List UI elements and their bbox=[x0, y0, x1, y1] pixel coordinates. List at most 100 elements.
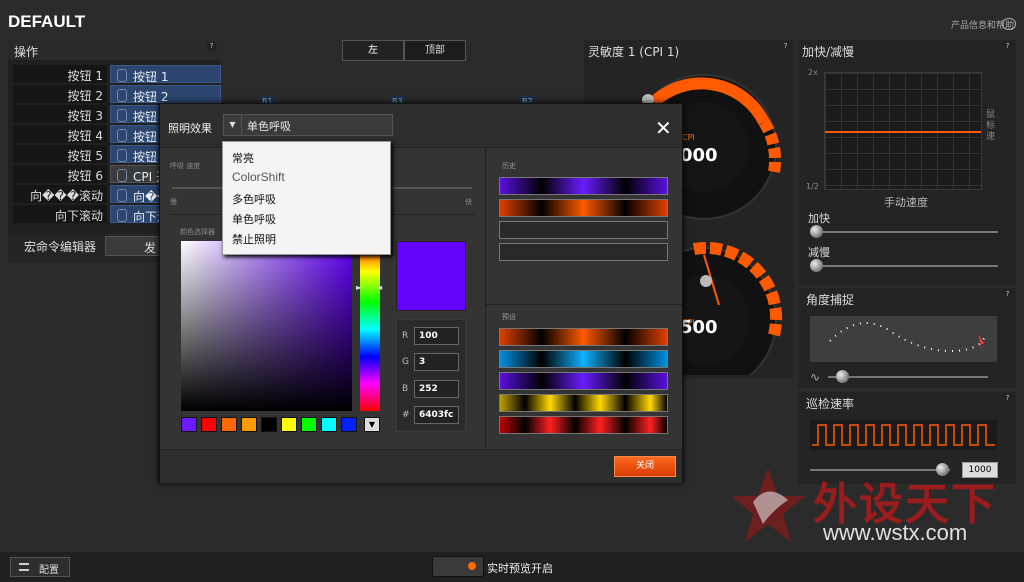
red-label: R bbox=[402, 331, 409, 341]
fast-label: 快 bbox=[465, 198, 472, 206]
tab-top-view[interactable]: 顶部 bbox=[404, 40, 466, 61]
dropdown-option[interactable]: 禁止照明 bbox=[232, 231, 276, 247]
dialog-footer bbox=[160, 449, 682, 483]
help-icon[interactable]: ? bbox=[1003, 290, 1012, 299]
op-label: 按钮 6 bbox=[13, 165, 107, 183]
history-bar[interactable] bbox=[499, 221, 668, 239]
selected-color-preview bbox=[396, 241, 466, 311]
preset-bar[interactable] bbox=[499, 394, 668, 412]
accel-graph bbox=[824, 72, 982, 190]
help-icon[interactable] bbox=[1002, 18, 1016, 30]
accel-speedup-slider[interactable] bbox=[812, 231, 998, 233]
op-row: 按钮 1 按钮 1 bbox=[13, 65, 221, 83]
op-label: 按钮 5 bbox=[13, 145, 107, 163]
op-label: 向���滚动 bbox=[13, 185, 107, 203]
slider-knob[interactable] bbox=[836, 370, 849, 383]
slider-knob[interactable] bbox=[810, 225, 823, 238]
operations-title: 操作 bbox=[8, 40, 220, 60]
preset-bar[interactable] bbox=[499, 372, 668, 390]
help-icon[interactable]: ? bbox=[207, 42, 216, 51]
acceleration-panel: 加快/减慢 ? 2x 1/2 鼠标速 手动速度 加快 减慢 bbox=[798, 40, 1016, 285]
op-binding-button[interactable]: 按钮 2 bbox=[110, 85, 221, 103]
blue-input[interactable]: 252 bbox=[414, 380, 459, 398]
lighting-effect-select[interactable]: ▼ 单色呼吸 bbox=[223, 114, 393, 136]
lighting-effect-label: 照明效果 bbox=[168, 122, 212, 135]
polling-title: 巡检速率 bbox=[806, 397, 855, 411]
angle-preview bbox=[810, 316, 997, 362]
lighting-effect-value: 单色呼吸 bbox=[247, 120, 291, 133]
polling-wave bbox=[810, 420, 997, 450]
op-label: 按钮 3 bbox=[13, 105, 107, 123]
slider-knob[interactable] bbox=[810, 259, 823, 272]
green-input[interactable]: 3 bbox=[414, 353, 459, 371]
dropdown-option[interactable]: 单色呼吸 bbox=[232, 211, 276, 227]
accel-x-label: 手动速度 bbox=[884, 196, 928, 209]
accel-speedup-label: 加快 bbox=[808, 212, 830, 225]
list-icon bbox=[19, 563, 29, 571]
dropdown-option[interactable]: 多色呼吸 bbox=[232, 191, 276, 207]
accel-slowdown-label: 减慢 bbox=[808, 246, 830, 259]
divider bbox=[485, 148, 486, 448]
green-label: G bbox=[402, 357, 409, 367]
color-swatch[interactable] bbox=[321, 417, 337, 432]
more-swatches-button[interactable]: ▼ bbox=[364, 417, 380, 432]
gauge-value: 000 bbox=[680, 145, 718, 166]
op-label: 按钮 1 bbox=[13, 65, 107, 83]
accel-y-top: 2x bbox=[808, 68, 818, 77]
history-bar[interactable] bbox=[499, 199, 668, 217]
color-swatch[interactable] bbox=[281, 417, 297, 432]
wave-icon: ∿ bbox=[810, 370, 821, 384]
sensitivity-title: 灵敏度 1 (CPI 1) bbox=[588, 45, 680, 59]
preset-bar[interactable] bbox=[499, 350, 668, 368]
config-button[interactable]: 配置 bbox=[10, 557, 70, 577]
live-preview-label: 实时预览开启 bbox=[487, 562, 553, 575]
help-icon[interactable]: ? bbox=[1003, 42, 1012, 51]
op-label: 按钮 2 bbox=[13, 85, 107, 103]
color-swatch[interactable] bbox=[301, 417, 317, 432]
angle-title: 角度捕捉 bbox=[806, 293, 855, 307]
hue-slider[interactable] bbox=[360, 241, 380, 411]
hue-marker[interactable]: ► bbox=[356, 283, 362, 292]
blue-label: B bbox=[402, 384, 409, 394]
gauge-unit-label: CPI bbox=[682, 133, 695, 142]
profile-title: DEFAULT bbox=[8, 12, 86, 31]
history-label: 历史 bbox=[502, 162, 516, 170]
color-swatch[interactable] bbox=[221, 417, 237, 432]
op-label: 向下滚动 bbox=[13, 205, 107, 223]
close-icon[interactable]: ✕ bbox=[655, 116, 672, 140]
hex-label: # bbox=[402, 410, 410, 420]
preset-label: 预设 bbox=[502, 313, 516, 321]
close-button[interactable]: 关闭 bbox=[614, 456, 676, 477]
lighting-effect-dropdown: 常亮 ColorShift 多色呼吸 单色呼吸 禁止照明 bbox=[222, 141, 391, 255]
color-swatch[interactable] bbox=[241, 417, 257, 432]
red-input[interactable]: 100 bbox=[414, 327, 459, 345]
history-bar[interactable] bbox=[499, 177, 668, 195]
dropdown-option[interactable]: ColorShift bbox=[232, 170, 285, 184]
history-bar[interactable] bbox=[499, 243, 668, 261]
chevron-down-icon: ▼ bbox=[224, 115, 242, 135]
config-label: 配置 bbox=[39, 565, 59, 576]
op-label: 按钮 4 bbox=[13, 125, 107, 143]
preset-bar[interactable] bbox=[499, 416, 668, 434]
accel-slowdown-slider[interactable] bbox=[812, 265, 998, 267]
preset-bar[interactable] bbox=[499, 328, 668, 346]
watermark: 外设天下 www.wstx.com bbox=[731, 462, 1023, 552]
help-icon[interactable]: ? bbox=[1003, 394, 1012, 403]
slow-label: 慢 bbox=[170, 198, 177, 206]
help-icon[interactable]: ? bbox=[781, 42, 790, 51]
watermark-url: www.wstx.com bbox=[823, 520, 968, 545]
color-swatch[interactable] bbox=[201, 417, 217, 432]
color-swatch[interactable] bbox=[181, 417, 197, 432]
gauge-value: 500 bbox=[680, 317, 718, 338]
hex-input[interactable]: 6403fc bbox=[414, 406, 459, 424]
color-picker-label: 颜色选择器 bbox=[180, 228, 215, 236]
saturation-value-picker[interactable] bbox=[181, 241, 352, 411]
live-preview-toggle[interactable] bbox=[432, 556, 484, 577]
tab-left-view[interactable]: 左 bbox=[342, 40, 404, 61]
dropdown-option[interactable]: 常亮 bbox=[232, 150, 254, 166]
hue-marker[interactable]: ◄ bbox=[376, 283, 382, 292]
angle-slider[interactable] bbox=[828, 376, 988, 378]
op-binding-button[interactable]: 按钮 1 bbox=[110, 65, 221, 83]
color-swatch[interactable] bbox=[341, 417, 357, 432]
color-swatch[interactable] bbox=[261, 417, 277, 432]
